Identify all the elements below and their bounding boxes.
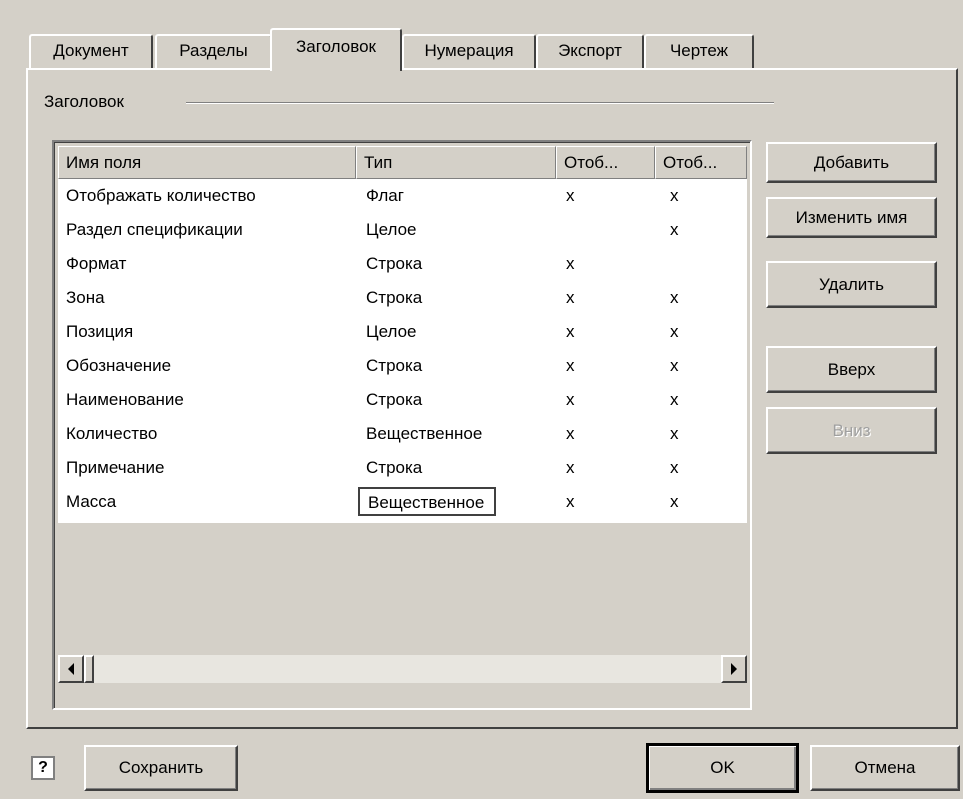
table-row[interactable]: Формат Строка x [58, 247, 747, 281]
table-row[interactable]: Количество Вещественное x x [58, 417, 747, 451]
group-divider [186, 102, 774, 104]
save-button[interactable]: Сохранить [84, 745, 238, 791]
cell-display-1: x [566, 322, 575, 341]
group-title: Заголовок [44, 92, 130, 112]
column-header-field-name[interactable]: Имя поля [58, 146, 356, 179]
cell-display-2: x [670, 390, 679, 409]
column-header-display-2[interactable]: Отоб... [655, 146, 747, 179]
cell-display-2: x [670, 458, 679, 477]
cell-type: Строка [366, 254, 423, 273]
table-row[interactable]: Примечание Строка x x [58, 451, 747, 485]
cell-type: Вещественное [366, 424, 483, 443]
horizontal-scrollbar[interactable] [58, 655, 747, 683]
cell-display-1: x [566, 390, 575, 409]
cell-display-1: x [566, 458, 575, 477]
cell-display-1: x [566, 288, 575, 307]
cell-type: Целое [366, 322, 417, 341]
table-row[interactable]: Наименование Строка x x [58, 383, 747, 417]
fields-list[interactable]: Имя поля Тип Отоб... Отоб... Отображать … [52, 140, 752, 710]
cell-display-2: x [670, 288, 679, 307]
table-row[interactable]: Раздел спецификации Целое x [58, 213, 747, 247]
tab-sections[interactable]: Разделы [155, 34, 272, 69]
tab-document[interactable]: Документ [29, 34, 153, 69]
cell-field-name: Наименование [66, 390, 184, 409]
table-row[interactable]: Отображать количество Флаг x x [58, 179, 747, 213]
cell-display-2: x [670, 356, 679, 375]
cell-display-1: x [566, 424, 575, 443]
tab-export[interactable]: Экспорт [536, 34, 644, 69]
cell-display-2: x [670, 322, 679, 341]
cell-display-1: x [566, 186, 575, 205]
cell-field-name: Примечание [66, 458, 165, 477]
cell-type: Строка [366, 458, 423, 477]
cell-display-1: x [566, 356, 575, 375]
cell-display-1: x [566, 254, 575, 273]
cell-type: Строка [366, 288, 423, 307]
cell-type: Строка [366, 390, 423, 409]
cell-field-name: Раздел спецификации [66, 220, 243, 239]
scroll-left-arrow-icon [68, 663, 74, 675]
tab-drawing[interactable]: Чертеж [644, 34, 754, 69]
cell-field-name: Обозначение [66, 356, 172, 375]
cell-field-name: Позиция [66, 322, 134, 341]
scroll-right-button[interactable] [721, 655, 747, 683]
table-row[interactable]: Обозначение Строка x x [58, 349, 747, 383]
cancel-button[interactable]: Отмена [810, 745, 960, 791]
column-header-type[interactable]: Тип [356, 146, 556, 179]
tab-header[interactable]: Заголовок [270, 28, 402, 71]
cell-display-2: x [670, 492, 679, 511]
scroll-right-arrow-icon [731, 663, 737, 675]
cell-display-2: x [670, 424, 679, 443]
cell-field-name: Количество [66, 424, 158, 443]
cell-field-name: Масса [66, 492, 117, 511]
cell-field-name: Формат [66, 254, 127, 273]
cell-display-1: x [566, 492, 575, 511]
scroll-left-button[interactable] [58, 655, 84, 683]
cell-field-name: Зона [66, 288, 105, 307]
cell-type: Вещественное [358, 487, 497, 516]
cell-type: Строка [366, 356, 423, 375]
cell-display-2: x [670, 220, 679, 239]
help-icon[interactable]: ? [31, 756, 55, 780]
table-row[interactable]: Зона Строка x x [58, 281, 747, 315]
cell-field-name: Отображать количество [66, 186, 256, 205]
tab-numbering[interactable]: Нумерация [402, 34, 536, 69]
table-row[interactable]: Масса Вещественное x x [58, 485, 747, 519]
cell-type: Флаг [366, 186, 404, 205]
cell-type: Целое [366, 220, 417, 239]
table-row[interactable]: Позиция Целое x x [58, 315, 747, 349]
table-body: Отображать количество Флаг x x Раздел специф… [58, 179, 747, 523]
cell-display-2: x [670, 186, 679, 205]
scroll-thumb[interactable] [84, 655, 94, 683]
column-header-display-1[interactable]: Отоб... [556, 146, 655, 179]
ok-button[interactable]: OK [646, 743, 799, 793]
